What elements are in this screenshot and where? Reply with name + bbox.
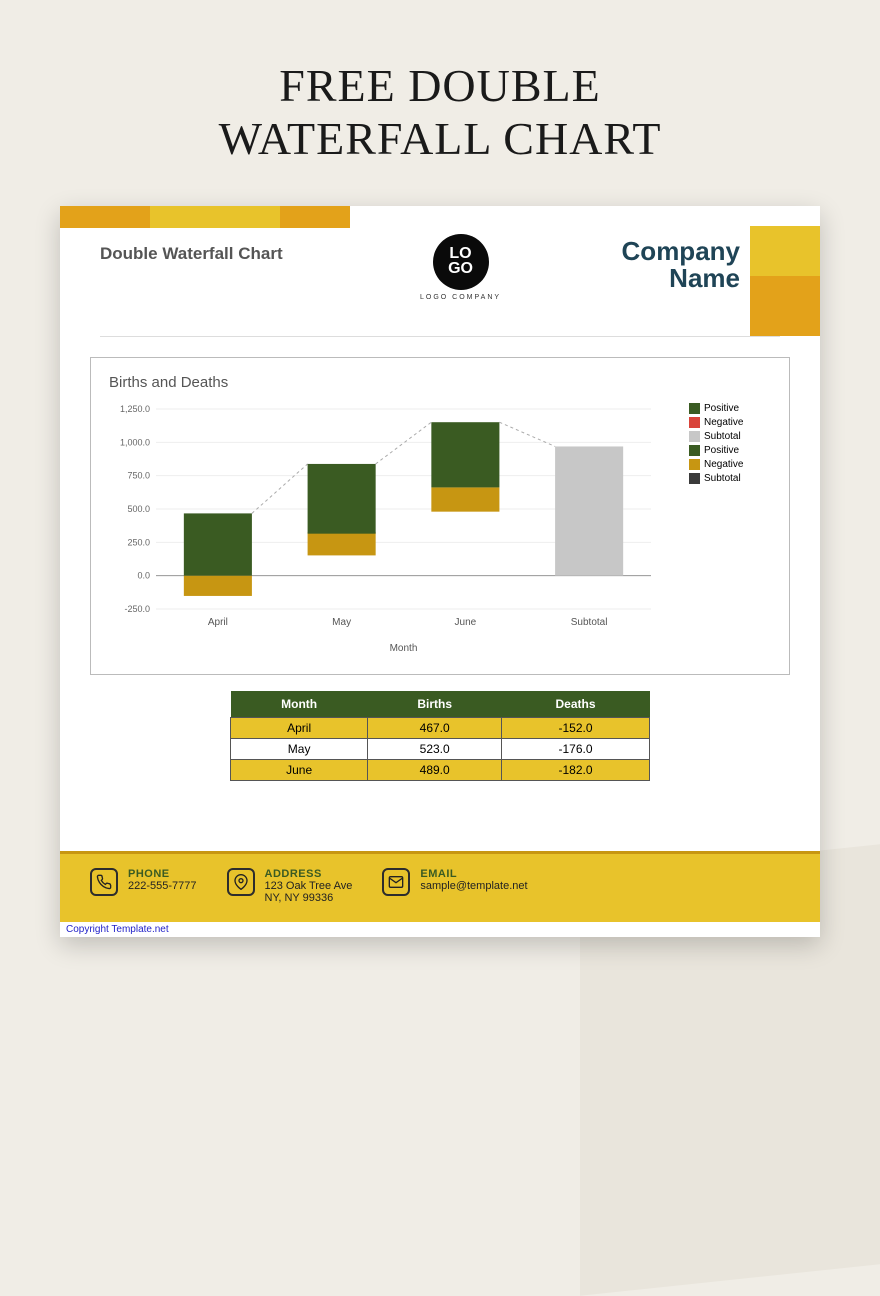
chart-title: Births and Deaths	[109, 374, 779, 391]
doc-title: Double Waterfall Chart	[100, 244, 283, 264]
location-icon	[227, 868, 255, 896]
logo: LO GO LOGO COMPANY	[420, 234, 501, 301]
logo-icon: LO GO	[433, 234, 489, 290]
svg-text:May: May	[332, 617, 351, 628]
copyright-text: Copyright Template.net	[60, 922, 820, 937]
svg-text:1,250.0: 1,250.0	[120, 404, 150, 414]
svg-text:April: April	[208, 617, 228, 628]
doc-header: Double Waterfall Chart LO GO LOGO COMPAN…	[60, 206, 820, 336]
header-band-right	[750, 226, 820, 336]
document-card: Double Waterfall Chart LO GO LOGO COMPAN…	[60, 206, 820, 937]
company-name: CompanyName	[622, 238, 740, 293]
footer-email: EMAIL sample@template.net	[382, 868, 527, 904]
data-table: MonthBirthsDeaths April467.0-152.0May523…	[230, 691, 650, 781]
chart-panel: Births and Deaths -250.0 0.0 250.0 500.0 750…	[90, 357, 790, 675]
waterfall-chart: -250.0 0.0 250.0 500.0 750.0 1,000.0 1,250.0 Ap…	[101, 399, 661, 659]
chart-legend: PositiveNegativeSubtotalPositiveNegative…	[689, 399, 779, 664]
email-icon	[382, 868, 410, 896]
svg-text:Subtotal: Subtotal	[571, 617, 608, 628]
footer-address: ADDRESS 123 Oak Tree Ave NY, NY 99336	[227, 868, 353, 904]
footer-phone: PHONE 222-555-7777	[90, 868, 197, 904]
svg-text:250.0: 250.0	[127, 537, 150, 547]
svg-text:1,000.0: 1,000.0	[120, 437, 150, 447]
svg-text:750.0: 750.0	[127, 470, 150, 480]
footer: PHONE 222-555-7777 ADDRESS 123 Oak Tree …	[60, 851, 820, 922]
svg-text:-250.0: -250.0	[124, 604, 150, 614]
svg-text:500.0: 500.0	[127, 504, 150, 514]
logo-subtext: LOGO COMPANY	[420, 294, 501, 301]
svg-text:0.0: 0.0	[137, 570, 150, 580]
svg-text:June: June	[455, 617, 477, 628]
page-title: FREE DOUBLE WATERFALL CHART	[0, 60, 880, 166]
svg-text:Month: Month	[390, 643, 418, 654]
header-band-left	[60, 206, 350, 228]
phone-icon	[90, 868, 118, 896]
